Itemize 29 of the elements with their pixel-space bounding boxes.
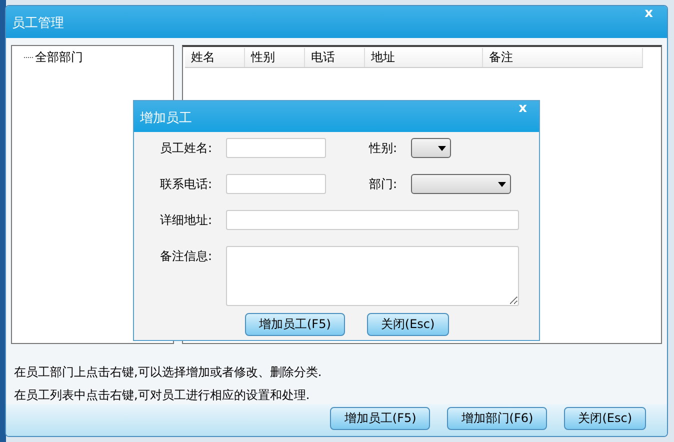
- column-header[interactable]: 地址: [365, 48, 483, 67]
- column-header[interactable]: 备注: [483, 48, 643, 67]
- action-button[interactable]: 增加部门(F6): [447, 406, 548, 430]
- field-label: 详细地址:: [159, 212, 214, 229]
- input-field[interactable]: [226, 174, 326, 194]
- column-header[interactable]: 性别: [245, 48, 305, 67]
- field-label: 联系电话:: [159, 176, 214, 193]
- action-button[interactable]: 增加员工(F5): [330, 406, 430, 430]
- help-text: 在员工部门上点击右键,可以选择增加或者修改、删除分类.: [14, 364, 323, 381]
- action-button[interactable]: 关闭(Esc): [564, 406, 646, 430]
- dropdown[interactable]: [411, 138, 451, 158]
- field-label: 备注信息:: [159, 248, 214, 265]
- window-title: 员工管理: [12, 15, 64, 32]
- column-header[interactable]: 姓名: [185, 48, 245, 67]
- caret-icon: [498, 182, 506, 186]
- dialog-button[interactable]: 增加员工(F5): [245, 313, 345, 336]
- tree-item[interactable]: 全部部门: [35, 49, 83, 66]
- input-field[interactable]: [226, 210, 519, 230]
- column-header[interactable]: 电话: [305, 48, 365, 67]
- dialog-button[interactable]: 关闭(Esc): [366, 313, 449, 336]
- field-label: 员工姓名:: [159, 140, 214, 157]
- text-area[interactable]: [226, 246, 519, 306]
- help-text: 在员工列表中点击右键,可对员工进行相应的设置和处理.: [14, 387, 311, 404]
- field-label: 部门:: [369, 176, 398, 193]
- input-field[interactable]: [226, 138, 326, 158]
- tree-line: [24, 57, 33, 58]
- field-label: 性别:: [369, 140, 398, 157]
- dialog-title: 增加员工: [140, 110, 192, 127]
- caret-icon: [438, 146, 446, 150]
